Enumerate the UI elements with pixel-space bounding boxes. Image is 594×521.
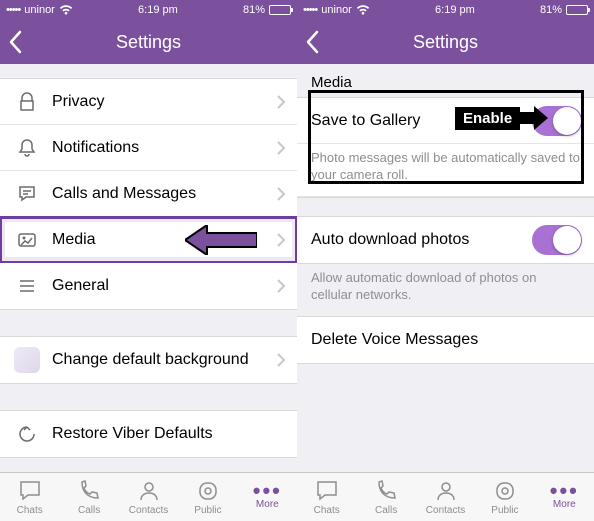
background-thumb-icon bbox=[14, 347, 40, 373]
wifi-icon bbox=[356, 5, 370, 15]
back-button[interactable] bbox=[8, 30, 22, 59]
tab-more[interactable]: •••More bbox=[238, 473, 297, 521]
tab-calls[interactable]: Calls bbox=[59, 473, 118, 521]
battery-icon bbox=[269, 5, 291, 15]
battery-pct: 81% bbox=[243, 4, 265, 16]
list-icon bbox=[14, 276, 40, 296]
tab-contacts[interactable]: Contacts bbox=[119, 473, 178, 521]
tab-label: More bbox=[256, 499, 279, 510]
toggle-auto-download[interactable] bbox=[532, 225, 582, 255]
tab-label: Contacts bbox=[426, 505, 465, 516]
row-label: Change default background bbox=[52, 351, 249, 369]
row-label: Restore Viber Defaults bbox=[52, 425, 213, 443]
tab-chats[interactable]: Chats bbox=[297, 473, 356, 521]
chevron-right-icon bbox=[277, 95, 285, 109]
tab-public[interactable]: Public bbox=[475, 473, 534, 521]
statusbar: ••••• uninor 6:19 pm 81% bbox=[0, 0, 297, 20]
lock-icon bbox=[14, 92, 40, 112]
clock: 6:19 pm bbox=[138, 4, 178, 16]
chevron-right-icon bbox=[277, 141, 285, 155]
row-calls-messages[interactable]: Calls and Messages bbox=[0, 171, 297, 217]
carrier: uninor bbox=[321, 4, 352, 16]
wifi-icon bbox=[59, 5, 73, 15]
row-label: Notifications bbox=[52, 139, 139, 157]
more-icon: ••• bbox=[253, 484, 282, 498]
row-label: Media bbox=[52, 231, 96, 249]
speech-bubble-icon bbox=[14, 184, 40, 204]
tab-label: Chats bbox=[314, 505, 340, 516]
toggle-save-to-gallery[interactable] bbox=[532, 106, 582, 136]
navbar: Settings bbox=[0, 20, 297, 64]
section-header-media: Media bbox=[297, 64, 594, 97]
settings-main: Privacy Notifications Calls and Messages… bbox=[0, 64, 297, 472]
signal-dots: ••••• bbox=[6, 4, 20, 16]
tab-chats[interactable]: Chats bbox=[0, 473, 59, 521]
row-label: Auto download photos bbox=[311, 231, 469, 249]
row-restore-defaults[interactable]: Restore Viber Defaults bbox=[0, 411, 297, 457]
battery-icon bbox=[566, 5, 588, 15]
phone-left: ••••• uninor 6:19 pm 81% Settings Privac… bbox=[0, 0, 297, 521]
row-save-to-gallery[interactable]: Save to Gallery bbox=[297, 98, 594, 144]
annotation-arrow-left bbox=[185, 225, 257, 255]
phone-right: ••••• uninor 6:19 pm 81% Settings Media … bbox=[297, 0, 594, 521]
back-button[interactable] bbox=[305, 30, 319, 59]
tab-more[interactable]: •••More bbox=[535, 473, 594, 521]
row-media[interactable]: Media bbox=[0, 217, 297, 263]
page-title: Settings bbox=[413, 32, 478, 53]
tab-label: Public bbox=[491, 505, 518, 516]
settings-group-main: Privacy Notifications Calls and Messages… bbox=[0, 78, 297, 310]
tab-label: Calls bbox=[78, 505, 100, 516]
row-label: Calls and Messages bbox=[52, 185, 196, 203]
row-label: Delete Voice Messages bbox=[311, 331, 478, 349]
save-to-gallery-desc: Photo messages will be automatically sav… bbox=[297, 144, 594, 197]
navbar: Settings bbox=[297, 20, 594, 64]
tab-label: Chats bbox=[17, 505, 43, 516]
chevron-right-icon bbox=[277, 279, 285, 293]
battery-pct: 81% bbox=[540, 4, 562, 16]
tab-calls[interactable]: Calls bbox=[356, 473, 415, 521]
row-auto-download[interactable]: Auto download photos bbox=[297, 217, 594, 263]
chevron-right-icon bbox=[277, 187, 285, 201]
statusbar: ••••• uninor 6:19 pm 81% bbox=[297, 0, 594, 20]
tab-label: Calls bbox=[375, 505, 397, 516]
row-label: Privacy bbox=[52, 93, 104, 111]
tab-label: Contacts bbox=[129, 505, 168, 516]
bell-icon bbox=[14, 138, 40, 158]
tab-label: More bbox=[553, 499, 576, 510]
media-icon bbox=[14, 230, 40, 250]
chevron-right-icon bbox=[277, 233, 285, 247]
media-settings: Media Save to Gallery Photo messages wil… bbox=[297, 64, 594, 472]
row-delete-voice[interactable]: Delete Voice Messages bbox=[297, 317, 594, 363]
row-privacy[interactable]: Privacy bbox=[0, 79, 297, 125]
chevron-right-icon bbox=[277, 353, 285, 367]
tab-public[interactable]: Public bbox=[178, 473, 237, 521]
tabbar: Chats Calls Contacts Public •••More bbox=[297, 472, 594, 521]
carrier: uninor bbox=[24, 4, 55, 16]
more-icon: ••• bbox=[550, 484, 579, 498]
restore-icon bbox=[14, 424, 40, 444]
clock: 6:19 pm bbox=[435, 4, 475, 16]
tab-label: Public bbox=[194, 505, 221, 516]
tabbar: Chats Calls Contacts Public •••More bbox=[0, 472, 297, 521]
auto-download-desc: Allow automatic download of photos on ce… bbox=[297, 264, 594, 316]
tab-contacts[interactable]: Contacts bbox=[416, 473, 475, 521]
row-change-background[interactable]: Change default background bbox=[0, 337, 297, 383]
row-general[interactable]: General bbox=[0, 263, 297, 309]
row-notifications[interactable]: Notifications bbox=[0, 125, 297, 171]
signal-dots: ••••• bbox=[303, 4, 317, 16]
row-label: General bbox=[52, 277, 109, 295]
page-title: Settings bbox=[116, 32, 181, 53]
row-label: Save to Gallery bbox=[311, 112, 420, 130]
